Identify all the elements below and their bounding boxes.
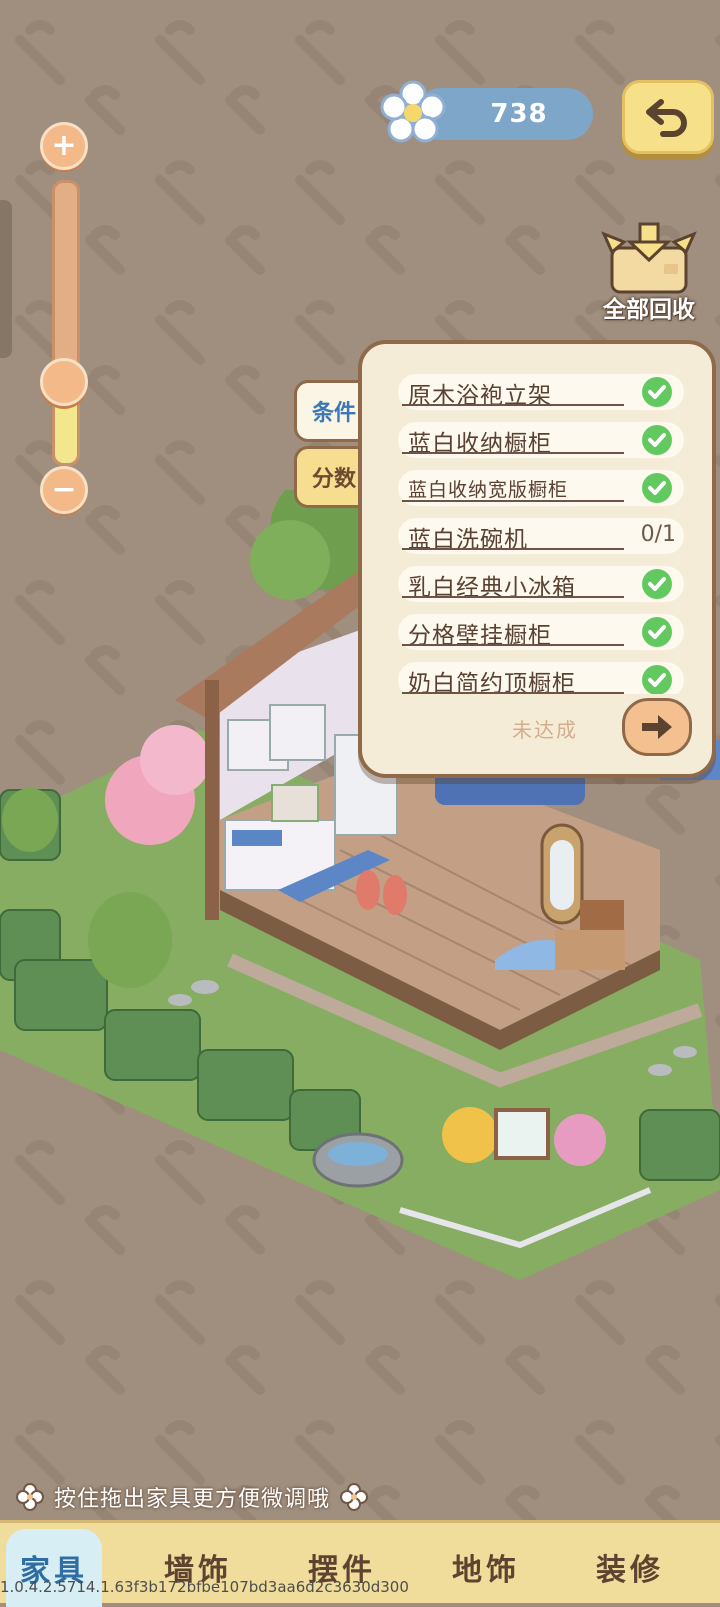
- hint-bar: 按住拖出家具更方便微调哦: [16, 1478, 369, 1516]
- check-icon: [642, 617, 672, 647]
- topiary-cat[interactable]: [88, 892, 172, 988]
- condition-item: 蓝白收纳宽版橱柜: [398, 470, 684, 506]
- check-icon: [642, 665, 672, 694]
- painting-easel[interactable]: [494, 1108, 550, 1160]
- microwave[interactable]: [271, 784, 319, 822]
- condition-item: 分格壁挂橱柜: [398, 614, 684, 650]
- zoom-slider-thumb[interactable]: [40, 358, 88, 406]
- zoom-slider[interactable]: [52, 180, 80, 466]
- currency-display: 738: [380, 80, 593, 143]
- tab-floor-decor[interactable]: 地饰: [438, 1537, 534, 1597]
- left-edge-handle[interactable]: [0, 200, 12, 358]
- clover-icon: [16, 1483, 44, 1511]
- undo-arrow-icon: [646, 99, 687, 137]
- plus-icon: +: [51, 128, 77, 163]
- condition-item: 奶白简约顶橱柜: [398, 662, 684, 694]
- version-string: 1.0.4.2.5714.1.63f3b172bfbe107bd3aa6d2c3…: [0, 1578, 409, 1596]
- divider: [402, 452, 624, 454]
- condition-item: 原木浴袍立架: [398, 374, 684, 410]
- next-arrow-button[interactable]: [622, 698, 692, 756]
- check-icon: [642, 425, 672, 455]
- conditions-list[interactable]: 原木浴袍立架 蓝白收纳橱柜 蓝白收纳宽版橱柜 蓝白洗碗机 0/1 乳白经典小冰箱…: [398, 374, 684, 694]
- flower-bush[interactable]: [442, 1107, 498, 1163]
- steps: [555, 930, 625, 970]
- condition-progress: 0/1: [640, 522, 676, 547]
- condition-name: 蓝白收纳宽版橱柜: [408, 479, 569, 501]
- clover-icon: [340, 1483, 369, 1511]
- hint-text: 按住拖出家具更方便微调哦: [54, 1487, 331, 1512]
- arrow-right-icon: [642, 715, 672, 739]
- completion-status: 未达成: [512, 718, 578, 742]
- divider: [402, 500, 624, 502]
- divider: [402, 644, 624, 646]
- divider: [402, 692, 624, 694]
- flower-icon: [380, 80, 446, 143]
- back-button[interactable]: [622, 80, 714, 154]
- divider: [402, 548, 624, 550]
- divider: [402, 596, 624, 598]
- recycle-all-label: 全部回收: [603, 297, 695, 323]
- side-table[interactable]: [580, 900, 624, 930]
- check-icon: [642, 377, 672, 407]
- divider: [402, 404, 624, 406]
- condition-item: 蓝白洗碗机 0/1: [398, 518, 684, 554]
- check-icon: [642, 569, 672, 599]
- top-cabinet[interactable]: [269, 704, 326, 761]
- box-recycle-icon: [601, 222, 697, 294]
- recycle-all-button[interactable]: 全部回收: [590, 222, 708, 327]
- topiary-bear[interactable]: [2, 788, 58, 852]
- check-icon: [642, 473, 672, 503]
- zoom-in-button[interactable]: +: [40, 122, 88, 170]
- condition-item: 乳白经典小冰箱: [398, 566, 684, 602]
- condition-item: 蓝白收纳橱柜: [398, 422, 684, 458]
- currency-value: 738: [490, 99, 548, 129]
- condition-name: 奶白简约顶橱柜: [408, 671, 576, 694]
- tab-renovation[interactable]: 装修: [582, 1537, 678, 1597]
- conditions-panel: 原木浴袍立架 蓝白收纳橱柜 蓝白收纳宽版橱柜 蓝白洗碗机 0/1 乳白经典小冰箱…: [358, 340, 716, 778]
- fish-sign[interactable]: [356, 870, 380, 910]
